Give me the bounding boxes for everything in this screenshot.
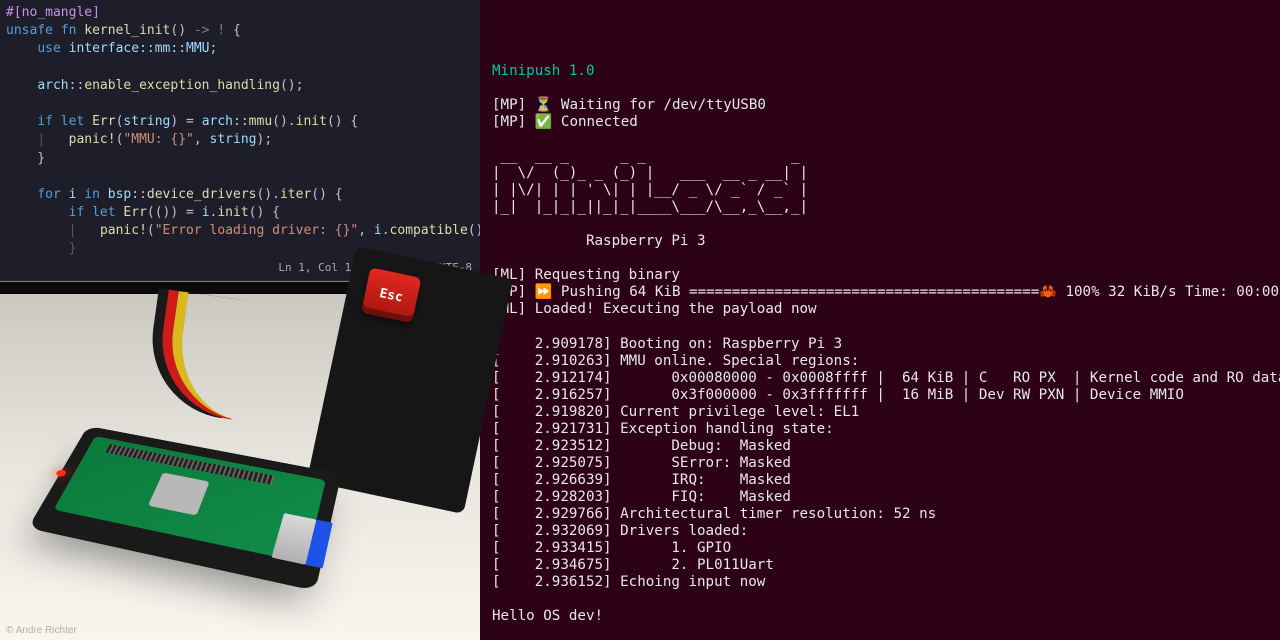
- photo-panel: #[no_mangle] unsafe fn kernel_init() -> …: [0, 0, 480, 640]
- code-editor-screen: #[no_mangle] unsafe fn kernel_init() -> …: [0, 0, 480, 280]
- photo-credit: © Andre Richter: [6, 625, 77, 636]
- terminal-output: [MP] ⏳ Waiting for /dev/ttyUSB0 [MP] ✅ C…: [492, 97, 1270, 625]
- raspberry-pi: [50, 420, 330, 580]
- terminal-title: Minipush 1.0: [492, 63, 1270, 80]
- usb-ports: [271, 513, 332, 568]
- power-led: [55, 469, 68, 477]
- terminal-panel[interactable]: Minipush 1.0 [MP] ⏳ Waiting for /dev/tty…: [480, 0, 1280, 640]
- soc-chip: [148, 472, 210, 515]
- esc-keycap: Esc: [361, 267, 421, 323]
- code-block: #[no_mangle] unsafe fn kernel_init() -> …: [6, 4, 474, 259]
- status-pos: Ln 1, Col 1: [278, 260, 351, 276]
